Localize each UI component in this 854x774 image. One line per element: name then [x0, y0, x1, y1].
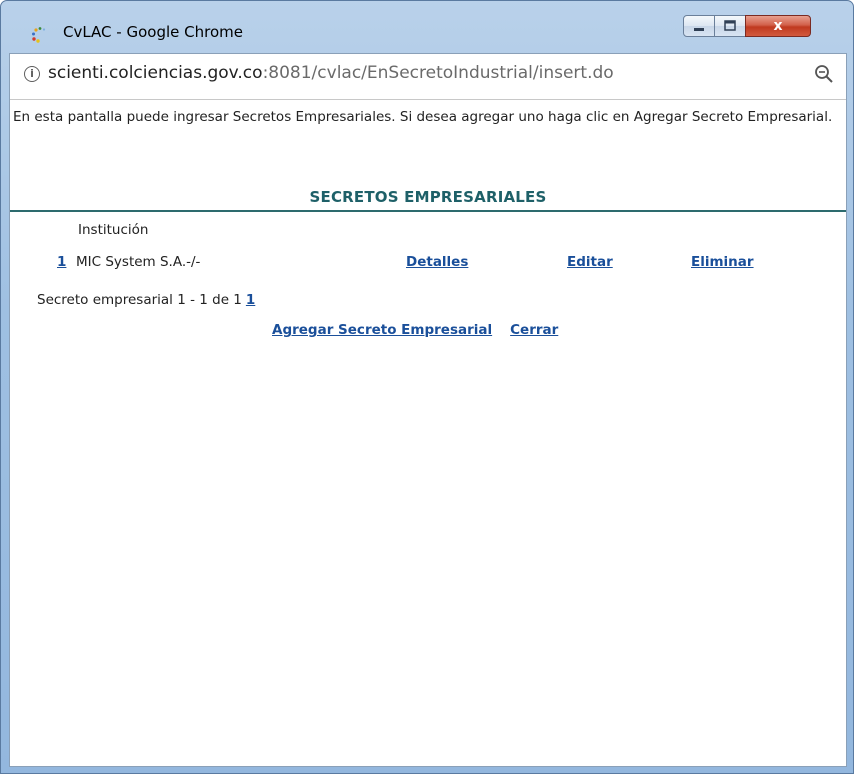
- info-icon[interactable]: i: [24, 66, 40, 82]
- page-content: En esta pantalla puede ingresar Secretos…: [10, 100, 846, 766]
- edit-link[interactable]: Editar: [567, 254, 613, 270]
- heading-divider: [10, 210, 846, 212]
- url-host: scienti.colciencias.gov.co: [48, 63, 263, 83]
- page-1-link[interactable]: 1: [246, 292, 255, 308]
- pagination-text: Secreto empresarial 1 - 1 de 1: [37, 292, 242, 308]
- browser-content-area: i scienti.colciencias.gov.co:8081/cvlac/…: [9, 53, 847, 767]
- action-links: Agregar Secreto Empresarial Cerrar: [272, 322, 558, 338]
- table-row: 1 MIC System S.A.-/- Detalles Editar Eli…: [10, 254, 846, 272]
- add-secret-link[interactable]: Agregar Secreto Empresarial: [272, 322, 492, 338]
- row-institution: MIC System S.A.-/-: [76, 254, 201, 270]
- minimize-button[interactable]: [683, 15, 715, 37]
- details-link[interactable]: Detalles: [406, 254, 468, 270]
- browser-window: CvLAC - Google Chrome x i scienti.colcie…: [0, 0, 854, 774]
- zoom-out-icon[interactable]: [814, 64, 834, 84]
- pagination: Secreto empresarial 1 - 1 de 11: [37, 292, 255, 308]
- close-link[interactable]: Cerrar: [510, 322, 558, 338]
- title-bar[interactable]: CvLAC - Google Chrome x: [1, 1, 853, 53]
- delete-link[interactable]: Eliminar: [691, 254, 754, 270]
- section-heading: SECRETOS EMPRESARIALES: [309, 188, 547, 206]
- row-number-link[interactable]: 1: [57, 254, 66, 270]
- close-window-button[interactable]: x: [745, 15, 811, 37]
- maximize-icon: [724, 20, 736, 31]
- column-header-institution: Institución: [78, 222, 149, 238]
- url-text[interactable]: scienti.colciencias.gov.co:8081/cvlac/En…: [48, 63, 614, 83]
- url-path: :8081/cvlac/EnSecretoIndustrial/insert.d…: [262, 63, 614, 83]
- close-icon: x: [773, 18, 783, 34]
- minimize-icon: [694, 28, 704, 31]
- window-title: CvLAC - Google Chrome: [63, 23, 243, 41]
- address-bar[interactable]: i scienti.colciencias.gov.co:8081/cvlac/…: [10, 54, 846, 100]
- chrome-app-icon: [32, 27, 46, 43]
- maximize-button[interactable]: [714, 15, 746, 37]
- intro-text: En esta pantalla puede ingresar Secretos…: [13, 109, 833, 125]
